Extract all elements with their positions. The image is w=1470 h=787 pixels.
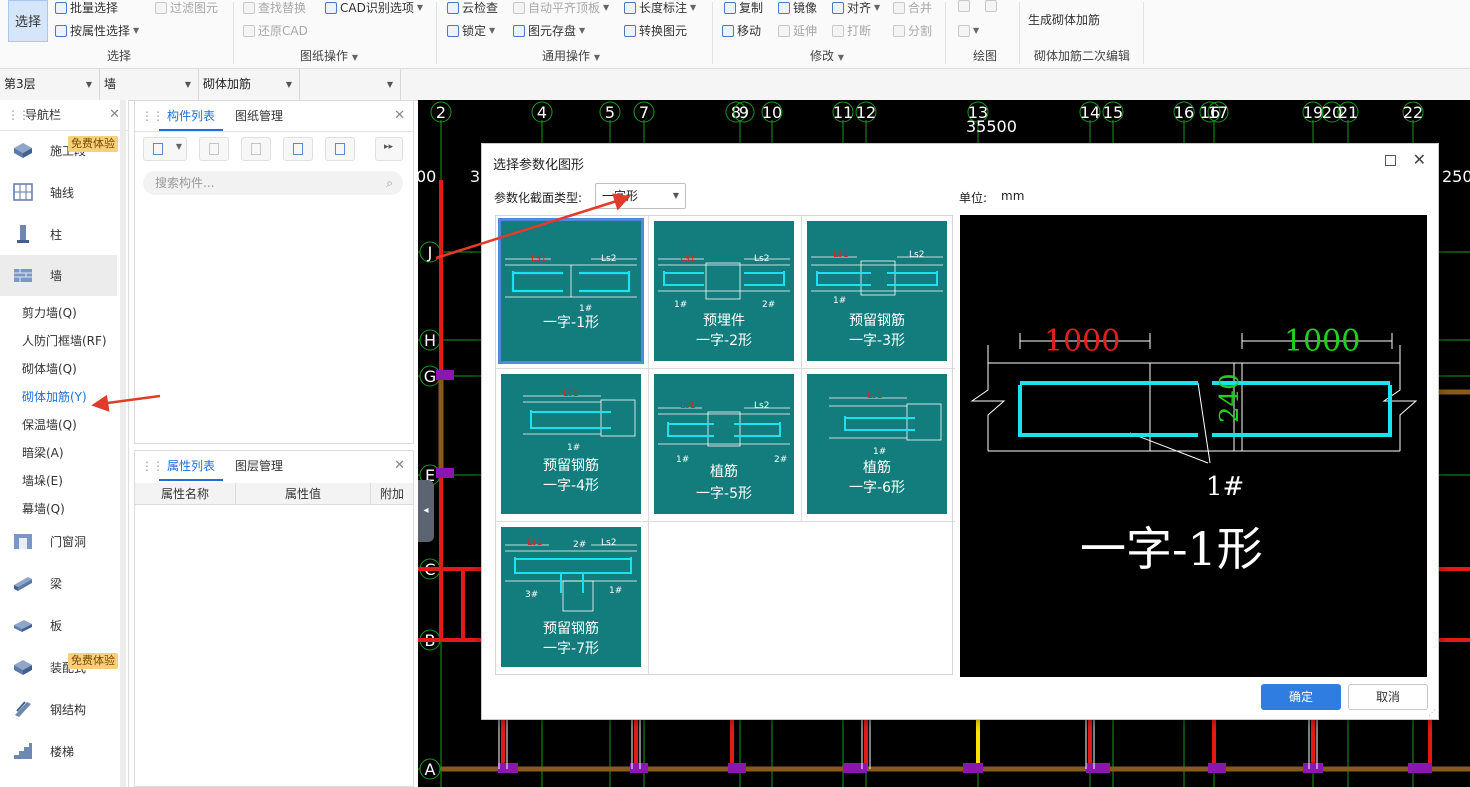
annotation-arrows [91, 193, 631, 412]
